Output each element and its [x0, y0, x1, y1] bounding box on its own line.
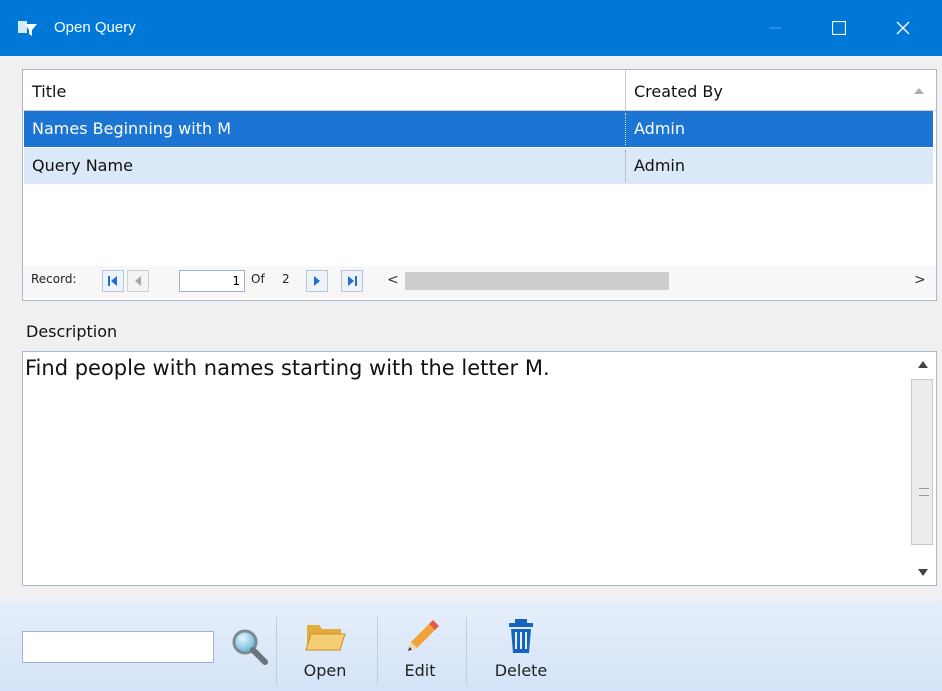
open-query-window: Open Query Title Created By Names Beginn… [0, 0, 942, 691]
pencil-icon [408, 620, 439, 651]
close-icon [896, 21, 910, 35]
scroll-right-icon[interactable]: > [914, 272, 926, 288]
edit-button[interactable]: Edit [380, 613, 460, 691]
scroll-down-icon[interactable] [918, 569, 928, 576]
window-title: Open Query [54, 19, 136, 36]
next-record-icon [314, 276, 320, 286]
next-record-button[interactable] [306, 270, 328, 292]
scrollbar-thumb[interactable] [911, 379, 933, 545]
record-navigator: Record: 1 Of 2 < > [23, 266, 936, 298]
cell-divider [625, 150, 626, 182]
delete-label: Delete [494, 661, 548, 680]
cell-created-by: Admin [634, 156, 685, 175]
open-label: Open [303, 661, 347, 680]
query-grid: Title Created By Names Beginning with M … [22, 69, 937, 301]
trash-icon [509, 619, 533, 653]
grid-header: Title Created By [23, 70, 936, 111]
prev-record-icon [135, 276, 141, 286]
edit-label: Edit [404, 661, 436, 680]
cell-title: Query Name [32, 156, 133, 175]
bottom-toolbar: Open Edit Delete [0, 601, 942, 691]
horizontal-scrollbar-thumb[interactable] [405, 272, 669, 290]
close-button[interactable] [880, 0, 926, 56]
vertical-scrollbar[interactable] [910, 352, 936, 585]
description-textarea[interactable]: Find people with names starting with the… [22, 351, 937, 586]
first-record-button[interactable] [102, 270, 124, 292]
column-divider[interactable] [625, 70, 626, 110]
open-button[interactable]: Open [285, 613, 365, 691]
prev-record-button[interactable] [127, 270, 149, 292]
record-total: 2 [282, 272, 290, 286]
last-record-icon [348, 276, 357, 286]
scroll-left-icon[interactable]: < [387, 272, 399, 288]
delete-button[interactable]: Delete [481, 613, 561, 691]
maximize-icon [832, 21, 846, 35]
folder-open-icon [305, 625, 346, 651]
toolbar-separator [466, 617, 467, 685]
description-text: Find people with names starting with the… [25, 356, 550, 380]
first-record-icon [108, 276, 117, 286]
cell-title: Names Beginning with M [32, 119, 231, 138]
minimize-button[interactable] [752, 0, 798, 56]
description-label: Description [26, 322, 118, 341]
cell-divider [625, 113, 626, 145]
last-record-button[interactable] [341, 270, 363, 292]
app-icon [18, 21, 37, 36]
minimize-icon [769, 27, 781, 29]
title-bar: Open Query [0, 0, 942, 56]
toolbar-separator [377, 617, 378, 685]
sort-ascending-icon [914, 88, 924, 94]
record-number-input[interactable]: 1 [179, 270, 245, 292]
table-row[interactable]: Query Name Admin [24, 148, 933, 184]
table-row[interactable]: Names Beginning with M Admin [24, 111, 933, 147]
search-icon[interactable] [228, 625, 270, 667]
cell-created-by: Admin [634, 119, 685, 138]
scroll-up-icon[interactable] [918, 361, 928, 368]
toolbar-separator [276, 617, 277, 685]
column-header-created-by[interactable]: Created By [634, 70, 723, 110]
record-of-label: Of [251, 272, 265, 286]
search-input[interactable] [22, 631, 214, 663]
record-label: Record: [31, 272, 77, 286]
scrollbar-grip-icon [919, 488, 929, 496]
column-header-title[interactable]: Title [32, 70, 66, 110]
maximize-button[interactable] [816, 0, 862, 56]
